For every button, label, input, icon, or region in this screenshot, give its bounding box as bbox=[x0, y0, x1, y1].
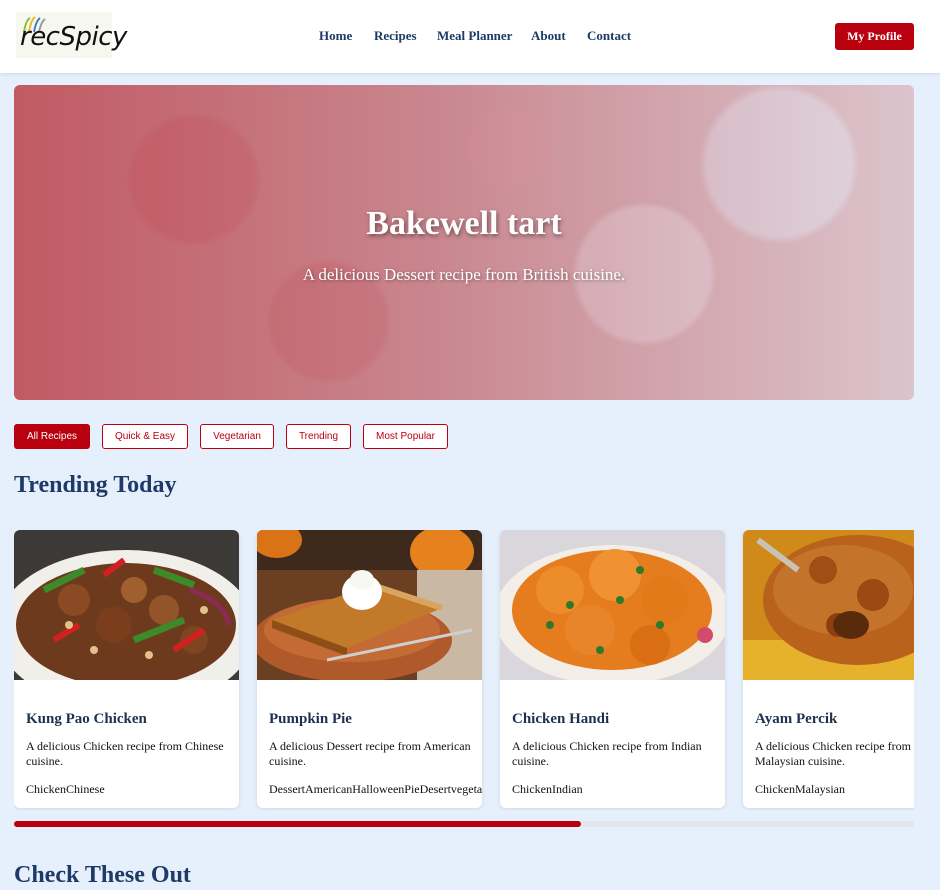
carousel-scrollbar-thumb[interactable] bbox=[14, 821, 581, 827]
filter-trending[interactable]: Trending bbox=[286, 424, 351, 449]
hero-banner[interactable]: Bakewell tart A delicious Dessert recipe… bbox=[14, 85, 914, 400]
trending-section-title: Trending Today bbox=[14, 472, 177, 498]
recipe-tags: ChickenMalaysian bbox=[755, 782, 845, 796]
recipe-description: A delicious Dessert recipe from American… bbox=[269, 739, 471, 768]
recipe-description: A delicious Chicken recipe from Indian c… bbox=[512, 739, 702, 768]
recipe-tags: ChickenChinese bbox=[26, 782, 105, 796]
main-nav: Home Recipes Meal Planner About Contact bbox=[0, 28, 940, 48]
recipe-card-kung-pao-chicken[interactable]: Kung Pao Chicken A delicious Chicken rec… bbox=[14, 530, 239, 808]
nav-home[interactable]: Home bbox=[319, 28, 352, 44]
site-header: recSpicy Home Recipes Meal Planner About… bbox=[0, 0, 940, 73]
nav-meal-planner[interactable]: Meal Planner bbox=[437, 28, 512, 44]
recipe-description: A delicious Chicken recipe from Malaysia… bbox=[755, 739, 911, 768]
recipe-image bbox=[257, 530, 482, 680]
recipe-image bbox=[500, 530, 725, 680]
recipe-tags: DessertAmericanHalloweenPieDesertvegetar… bbox=[269, 782, 482, 796]
recipe-card-pumpkin-pie[interactable]: Pumpkin Pie A delicious Dessert recipe f… bbox=[257, 530, 482, 808]
filter-all-recipes[interactable]: All Recipes bbox=[14, 424, 90, 449]
carousel-scrollbar[interactable] bbox=[14, 821, 914, 827]
trending-carousel: Kung Pao Chicken A delicious Chicken rec… bbox=[14, 530, 914, 810]
check-these-out-title: Check These Out bbox=[14, 862, 191, 888]
recipe-title: Pumpkin Pie bbox=[269, 711, 352, 727]
nav-contact[interactable]: Contact bbox=[587, 28, 631, 44]
recipe-title: Ayam Percik bbox=[755, 711, 838, 727]
recipe-card-chicken-handi[interactable]: Chicken Handi A delicious Chicken recipe… bbox=[500, 530, 725, 808]
my-profile-button[interactable]: My Profile bbox=[835, 23, 914, 50]
recipe-title: Chicken Handi bbox=[512, 711, 610, 727]
hero-subtitle: A delicious Dessert recipe from British … bbox=[302, 265, 626, 284]
nav-about[interactable]: About bbox=[531, 28, 566, 44]
recipe-title: Kung Pao Chicken bbox=[26, 711, 147, 727]
recipe-description: A delicious Chicken recipe from Chinese … bbox=[26, 739, 224, 768]
recipe-card-ayam-percik[interactable]: Ayam Percik A delicious Chicken recipe f… bbox=[743, 530, 914, 808]
recipe-tags: ChickenIndian bbox=[512, 782, 583, 796]
recipe-image bbox=[743, 530, 914, 680]
nav-recipes[interactable]: Recipes bbox=[374, 28, 417, 44]
filter-vegetarian[interactable]: Vegetarian bbox=[200, 424, 274, 449]
recipe-image bbox=[14, 530, 239, 680]
filter-quick-easy[interactable]: Quick & Easy bbox=[102, 424, 188, 449]
hero-title: Bakewell tart bbox=[366, 205, 562, 242]
filter-most-popular[interactable]: Most Popular bbox=[363, 424, 448, 449]
